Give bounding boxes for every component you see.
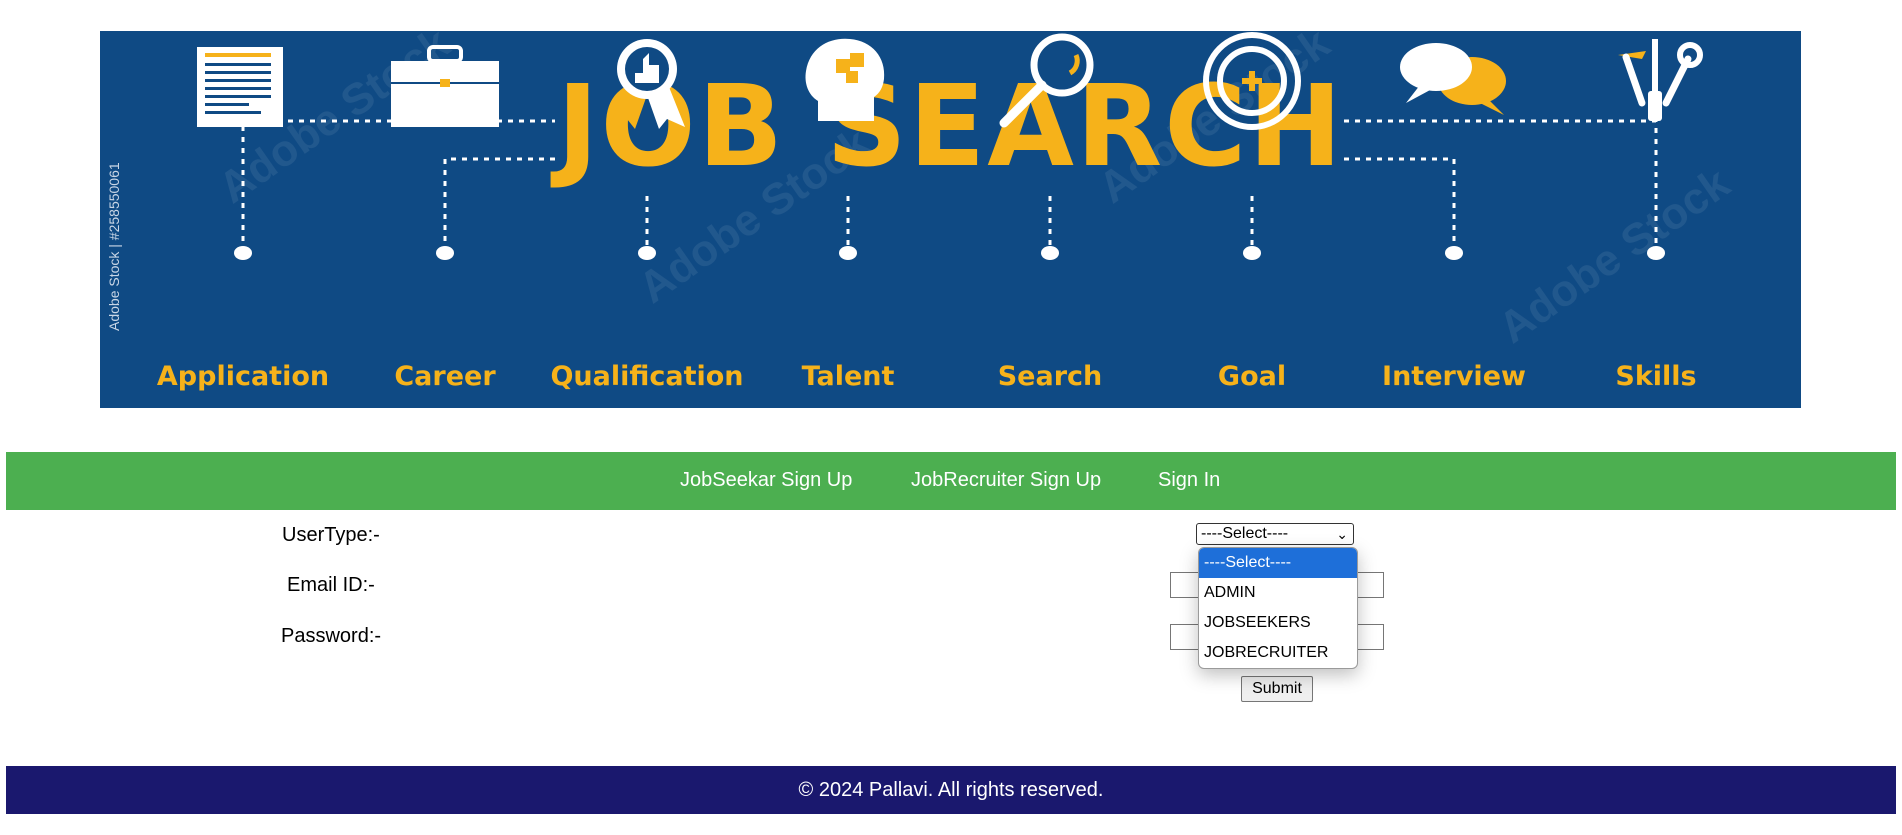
puzzle-head-icon: [805, 38, 885, 121]
nav-jobrecruiter-signup[interactable]: JobRecruiter Sign Up: [911, 469, 1101, 492]
tools-icon: [1618, 39, 1703, 121]
usertype-option-jobrecruiter[interactable]: JOBRECRUITER: [1199, 638, 1357, 668]
password-label: Password:-: [281, 625, 382, 647]
document-icon: [197, 47, 283, 127]
email-label: Email ID:-: [287, 574, 375, 596]
nav-bar: JobSeekar Sign Up JobRecruiter Sign Up S…: [6, 452, 1896, 510]
magnifier-icon: [999, 33, 1094, 128]
icon-label-application: Application: [156, 361, 330, 392]
stock-id-label: Adobe Stock | #258550061: [106, 162, 122, 331]
usertype-option-select[interactable]: ----Select----: [1199, 548, 1357, 578]
usertype-option-jobseekers[interactable]: JOBSEEKERS: [1199, 608, 1357, 638]
usertype-label: UserType:-: [282, 524, 380, 546]
briefcase-icon: [391, 45, 499, 127]
chat-bubbles-icon: [1400, 43, 1506, 115]
usertype-dropdown-list: ----Select---- ADMIN JOBSEEKERS JOBRECRU…: [1198, 547, 1358, 669]
nav-sign-in[interactable]: Sign In: [1158, 469, 1220, 492]
icon-label-skills: Skills: [1615, 361, 1697, 392]
icon-label-search: Search: [997, 361, 1103, 392]
chevron-down-icon: ⌄: [1336, 526, 1348, 542]
icon-label-interview: Interview: [1382, 361, 1526, 392]
footer: © 2024 Pallavi. All rights reserved.: [6, 766, 1896, 814]
icon-label-goal: Goal: [1217, 361, 1287, 392]
submit-button[interactable]: Submit: [1241, 676, 1313, 702]
job-search-banner: Adobe Stock Adobe Stock Adobe Stock Adob…: [100, 31, 1801, 408]
target-icon: [1203, 32, 1301, 130]
usertype-option-admin[interactable]: ADMIN: [1199, 578, 1357, 608]
usertype-select[interactable]: ----Select---- ⌄: [1196, 523, 1354, 545]
award-icon: [609, 39, 685, 129]
icon-label-career: Career: [394, 361, 496, 392]
icon-label-talent: Talent: [801, 361, 895, 392]
banner-title: JOB SEARCH: [556, 62, 1345, 192]
footer-copyright: © 2024 Pallavi. All rights reserved.: [798, 779, 1104, 801]
usertype-select-value: ----Select----: [1201, 525, 1289, 542]
icon-label-qualification: Qualification: [550, 361, 744, 392]
nav-jobseeker-signup[interactable]: JobSeekar Sign Up: [680, 469, 852, 492]
